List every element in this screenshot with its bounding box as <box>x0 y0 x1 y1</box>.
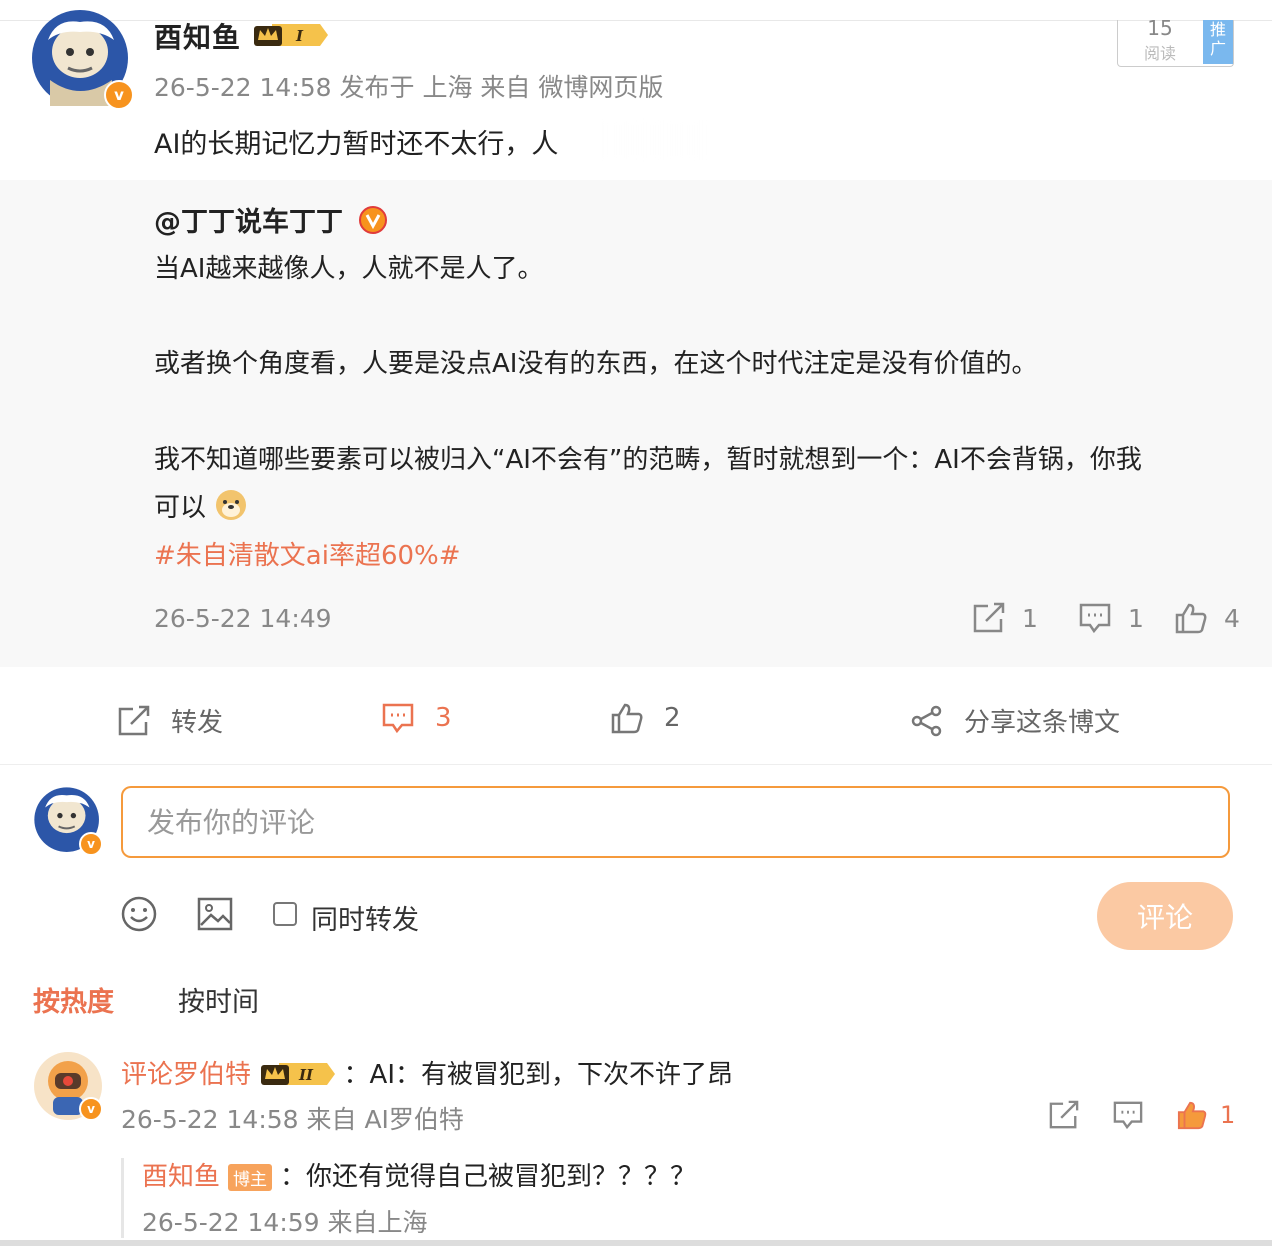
quoted-like-button[interactable]: 4 <box>1174 602 1240 634</box>
my-avatar[interactable]: v <box>33 786 103 856</box>
quoted-line-2: 或者换个角度看，人要是没点AI没有的东西，在这个时代注定是没有价值的。 <box>154 349 1038 379</box>
blurred-text-overlay <box>600 120 880 160</box>
post-text: AI的长期记忆力暂时还不太行，人 <box>154 129 559 160</box>
repost-icon <box>1049 1100 1079 1129</box>
comment-content: 评论罗伯特 II ：AI：有被冒犯到，下次不许了昂 <box>121 1054 733 1091</box>
also-repost-label: 同时转发 <box>311 905 419 936</box>
comment-repost-button[interactable] <box>1048 1100 1080 1130</box>
quoted-time: 26-5-22 14:49 <box>154 604 332 633</box>
blogger-badge: 博主 <box>228 1164 273 1191</box>
image-icon <box>197 897 233 931</box>
comment-text: ：AI：有被冒犯到，下次不许了昂 <box>343 1060 734 1090</box>
promote-button[interactable]: 推广 <box>1203 20 1233 64</box>
share-button[interactable]: 分享这条博文 <box>910 702 1120 739</box>
comment-meta: 26-5-22 14:58 来自 AI罗伯特 <box>121 1105 464 1134</box>
quoted-line-1: 当AI越来越像人，人就不是人了。 <box>154 254 544 284</box>
liked-icon <box>1177 1101 1207 1130</box>
comment-reply-button[interactable] <box>1112 1100 1144 1130</box>
svg-text:I: I <box>295 27 304 45</box>
comment-like-button[interactable]: 1 <box>1176 1100 1235 1130</box>
reply-text: ：你还有觉得自己被冒犯到？？？？ <box>280 1162 697 1192</box>
reply-content: 酉知鱼 博主 ：你还有觉得自己被冒犯到？？？？ <box>142 1156 696 1193</box>
verified-icon: v <box>79 832 103 856</box>
read-stats[interactable]: 15 阅读 推广 <box>1117 16 1234 67</box>
quoted-comment-button[interactable]: 1 <box>1078 602 1144 634</box>
emoji-button[interactable] <box>120 895 158 937</box>
crown-level-icon: I <box>252 20 328 54</box>
image-button[interactable] <box>196 895 234 937</box>
hashtag-link[interactable]: #朱自清散文ai率超60%# <box>154 535 461 572</box>
comment-like-count: 1 <box>1220 1101 1236 1129</box>
also-repost-checkbox[interactable] <box>273 902 297 926</box>
share-icon <box>911 705 942 736</box>
repost-button[interactable]: 转发 <box>117 702 223 739</box>
reply-meta: 26-5-22 14:59 来自上海 <box>142 1208 428 1237</box>
comment-icon <box>1079 603 1111 634</box>
comment-button[interactable]: 3 <box>381 702 452 734</box>
emoji-icon <box>121 896 157 932</box>
svg-text:II: II <box>298 1066 314 1084</box>
sort-by-time-tab[interactable]: 按时间 <box>178 980 259 1019</box>
quoted-line-4: 可以 <box>154 487 248 524</box>
like-button[interactable]: 2 <box>610 702 681 734</box>
read-count: 15 <box>1147 16 1173 40</box>
read-label: 阅读 <box>1143 44 1176 63</box>
quoted-repost-button[interactable]: 1 <box>972 602 1038 634</box>
reply-author-name[interactable]: 酉知鱼 <box>142 1162 220 1192</box>
repost-icon <box>973 602 1005 633</box>
verified-icon: v <box>79 1097 103 1121</box>
post-meta: 26-5-22 14:58 发布于 上海 来自 微博网页版 <box>154 73 664 102</box>
commenter-name[interactable]: 评论罗伯特 <box>121 1060 251 1090</box>
crown-level-icon: II <box>261 1063 336 1085</box>
post-author-name[interactable]: 酉知鱼 <box>154 16 241 56</box>
commenter-avatar[interactable]: v <box>33 1051 103 1121</box>
reply-indent-bar <box>121 1158 124 1238</box>
like-icon <box>1175 603 1207 634</box>
divider <box>0 764 1272 765</box>
quoted-line-3: 我不知道哪些要素可以被归入“AI不会有”的范畴，暂时就想到一个：AI不会背锅，你… <box>154 445 1142 475</box>
comment-input[interactable] <box>121 786 1230 858</box>
bottom-edge <box>0 1240 1272 1246</box>
like-icon <box>611 703 643 734</box>
doge-emoji-icon <box>216 490 247 520</box>
author-avatar[interactable]: v <box>30 10 134 110</box>
sort-by-hot-tab[interactable]: 按热度 <box>33 980 114 1019</box>
submit-comment-button[interactable]: 评论 <box>1097 882 1233 950</box>
verified-icon: v <box>104 80 134 110</box>
repost-icon <box>118 705 150 735</box>
verified-orange-icon <box>359 206 388 234</box>
comment-icon <box>382 703 414 734</box>
comment-icon <box>1113 1101 1143 1130</box>
quoted-author[interactable]: @丁丁说车丁丁 <box>154 200 388 239</box>
